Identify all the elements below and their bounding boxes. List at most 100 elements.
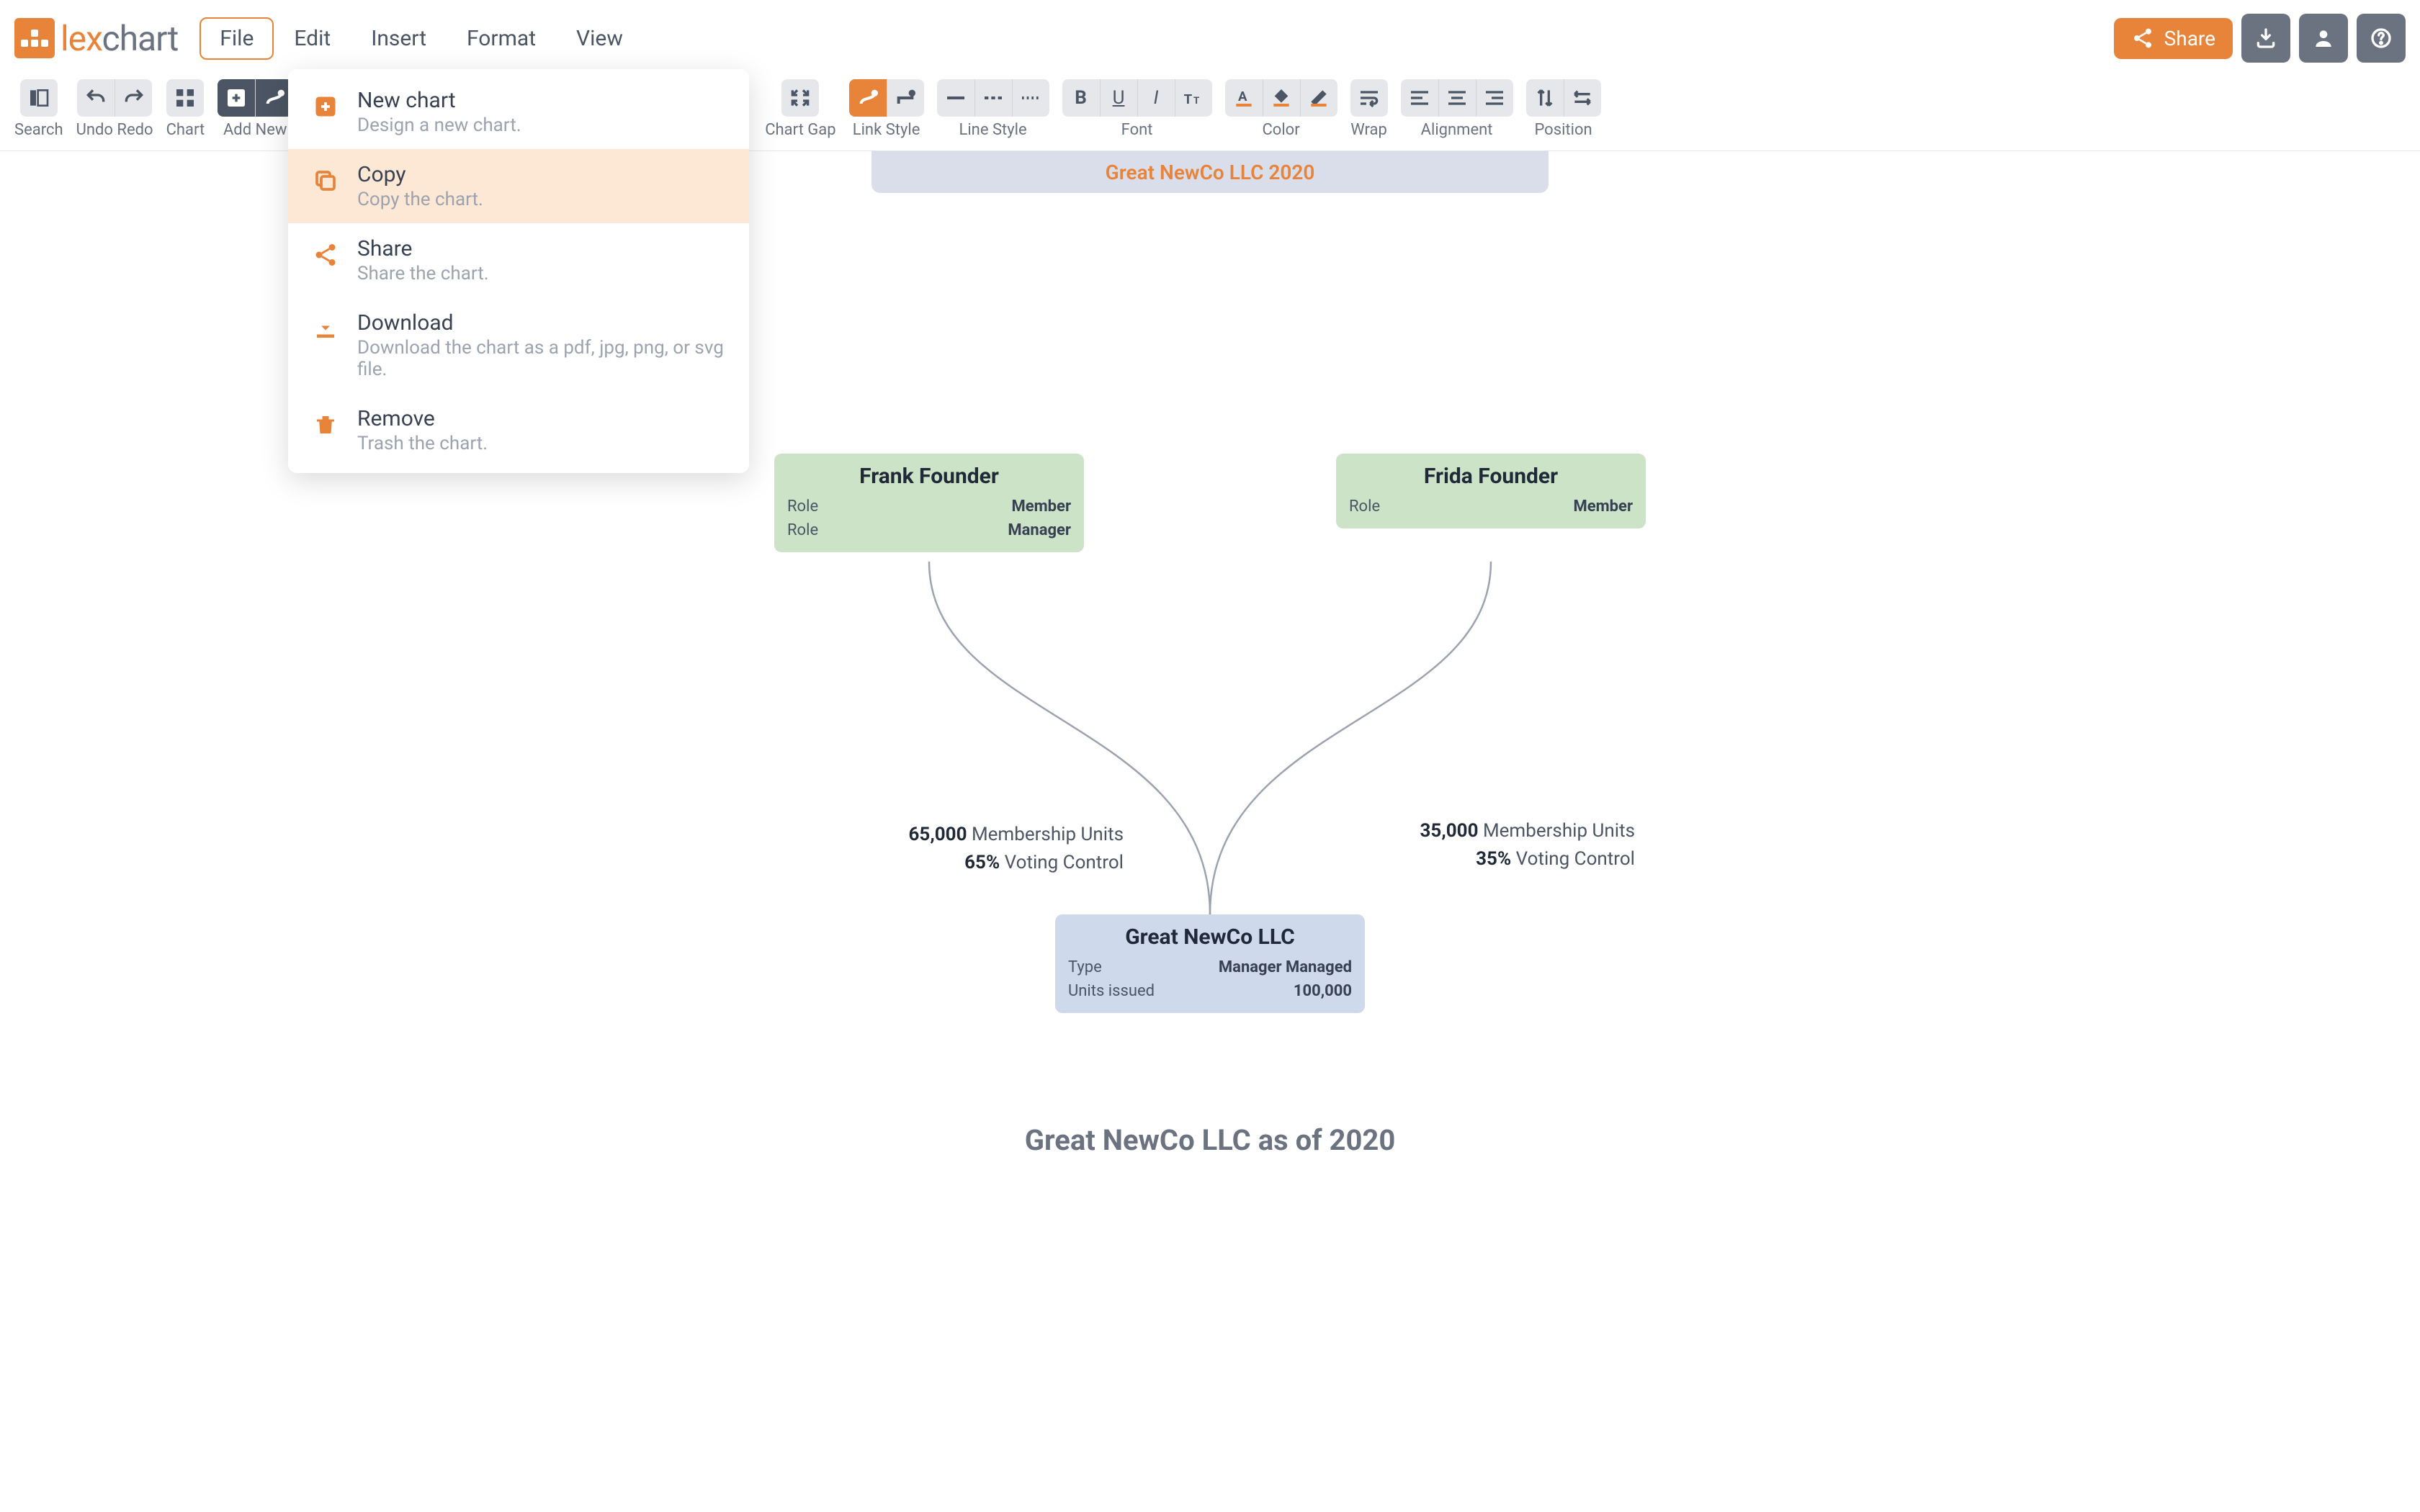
file-copy[interactable]: CopyCopy the chart. [288,149,749,223]
dd-desc: Design a new chart. [357,114,521,136]
color-text-button[interactable]: A [1225,79,1263,117]
topbar: lexchart File Edit Insert Format View Sh… [0,0,2420,69]
menu-file[interactable]: File [200,17,274,60]
edge-label-left: 65,000 Membership Units 65% Voting Contr… [821,821,1124,877]
node-company[interactable]: Great NewCo LLC TypeManager Managed Unit… [1055,914,1365,1013]
wrap-icon [1358,86,1381,109]
tool-wrap-label: Wrap [1350,121,1387,139]
tool-chartgap-group: Chart Gap [765,79,835,139]
node-row: RoleMember [787,495,1071,518]
undo-icon [84,86,107,109]
grid-icon [174,86,197,109]
line-solid-icon [944,86,967,109]
font-italic-button[interactable]: I [1137,79,1175,117]
undo-button[interactable] [77,79,115,117]
file-share[interactable]: ShareShare the chart. [288,223,749,297]
addnew-link-button[interactable] [255,79,292,117]
dd-title: Copy [357,162,483,187]
addnew-box-button[interactable] [218,79,255,117]
tool-linestyle-group: Line Style [937,79,1049,139]
text-size-icon: TT [1182,86,1205,109]
svg-text:A: A [1238,89,1247,104]
tool-search-label: Search [14,121,63,139]
align-center-icon [1446,86,1469,109]
tool-linkstyle-group: Link Style [849,79,924,139]
curve-icon [856,86,879,109]
tool-font-label: Font [1121,121,1153,139]
fill-color-icon [1270,86,1293,109]
file-newchart[interactable]: New chartDesign a new chart. [288,75,749,149]
user-icon [2312,27,2335,50]
linestyle-dashed-button[interactable] [974,79,1012,117]
plus-square-icon [311,92,340,121]
swap-v-icon [1533,86,1556,109]
wrap-button[interactable] [1350,79,1388,117]
redo-button[interactable] [115,79,152,117]
tool-search-group: Search [14,79,63,139]
node-row: RoleMember [1349,495,1633,518]
tool-chart-label: Chart [166,121,205,139]
chart-title-bar[interactable]: Great NewCo LLC 2020 [871,151,1549,193]
tool-alignment-group: Alignment [1401,79,1513,139]
help-icon [2370,27,2393,50]
tool-color-label: Color [1262,121,1299,139]
node-row: RoleManager [787,518,1071,542]
chartgap-button[interactable] [781,79,819,117]
menu-format[interactable]: Format [447,17,556,60]
chart-button[interactable] [166,79,204,117]
user-button[interactable] [2299,14,2348,63]
logo-icon [14,18,55,58]
font-underline-button[interactable]: U [1100,79,1137,117]
color-line-button[interactable] [1300,79,1337,117]
position-v-button[interactable] [1526,79,1564,117]
align-center-button[interactable] [1438,79,1476,117]
node-frank[interactable]: Frank Founder RoleMember RoleManager [774,454,1084,552]
swap-h-icon [1571,86,1594,109]
logo-text: lexchart [60,18,178,59]
tool-alignment-label: Alignment [1421,121,1493,139]
share-icon [311,240,340,269]
logo[interactable]: lexchart [14,18,178,59]
linestyle-solid-button[interactable] [937,79,974,117]
node-title: Frida Founder [1349,464,1633,489]
menu-edit[interactable]: Edit [274,17,351,60]
align-right-button[interactable] [1476,79,1513,117]
tool-undoredo-group: Undo Redo [76,79,153,139]
search-button[interactable] [20,79,58,117]
tool-undoredo-label: Undo Redo [76,121,153,139]
position-h-button[interactable] [1564,79,1601,117]
font-size-button[interactable]: TT [1175,79,1212,117]
download-icon [311,315,340,343]
linkstyle-elbow-button[interactable] [887,79,924,117]
align-left-button[interactable] [1401,79,1438,117]
tool-chart-group: Chart [166,79,205,139]
line-dashed-icon [982,86,1005,109]
node-frida[interactable]: Frida Founder RoleMember [1336,454,1646,528]
align-left-icon [1408,86,1431,109]
file-remove[interactable]: RemoveTrash the chart. [288,393,749,467]
file-download[interactable]: DownloadDownload the chart as a pdf, jpg… [288,297,749,393]
download-button[interactable] [2241,14,2290,63]
tool-position-group: Position [1526,79,1601,139]
help-button[interactable] [2357,14,2406,63]
dd-desc: Download the chart as a pdf, jpg, png, o… [357,337,726,380]
tool-linestyle-label: Line Style [959,121,1026,139]
dd-desc: Trash the chart. [357,433,488,454]
dd-title: Share [357,236,489,261]
share-label: Share [2164,27,2215,50]
color-fill-button[interactable] [1263,79,1300,117]
svg-text:T: T [1193,96,1199,107]
linestyle-dotted-button[interactable] [1012,79,1049,117]
line-color-icon [1307,86,1330,109]
file-dropdown: New chartDesign a new chart. CopyCopy th… [288,69,749,473]
menu-insert[interactable]: Insert [351,17,447,60]
elbow-icon [894,86,917,109]
font-bold-button[interactable]: B [1062,79,1100,117]
tool-linkstyle-label: Link Style [853,121,920,139]
menu-view[interactable]: View [556,17,643,60]
linkstyle-curved-button[interactable] [849,79,887,117]
share-button[interactable]: Share [2114,18,2233,59]
line-dotted-icon [1019,86,1042,109]
menubar: File Edit Insert Format View [200,17,643,60]
align-right-icon [1483,86,1506,109]
